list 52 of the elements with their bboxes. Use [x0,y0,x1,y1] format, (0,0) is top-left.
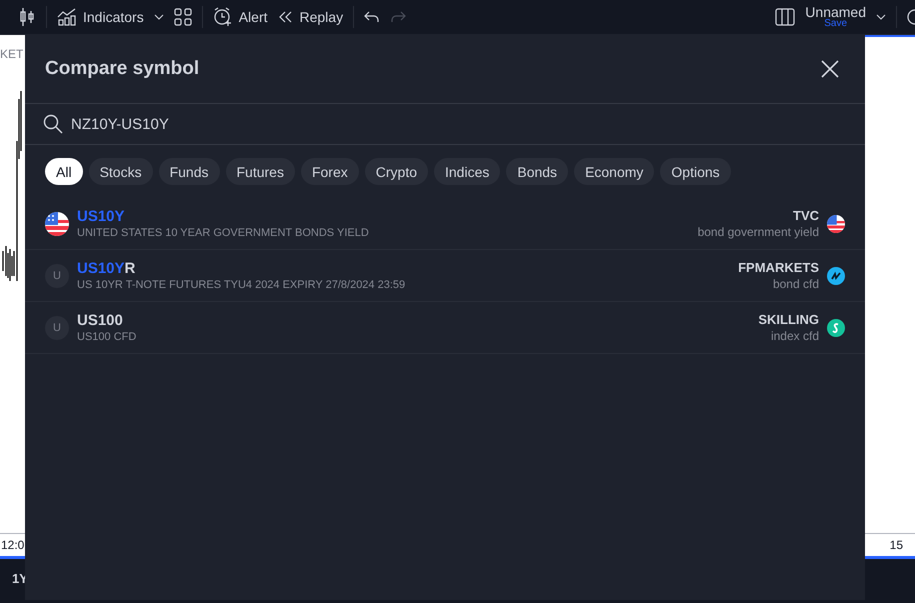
chart-icon [57,8,77,26]
clock-icon[interactable] [907,8,915,26]
symbol-row[interactable]: US10Y UNITED STATES 10 YEAR GOVERNMENT BONDS YIELD TVC bond government yield [25,198,865,250]
broker-logo-icon [827,318,845,336]
rewind-icon [278,11,294,23]
symbol-name: US100 [77,312,124,329]
filter-tab[interactable]: Funds [158,158,220,185]
symbol-label: KET [0,47,24,61]
replay-button[interactable]: Replay [278,9,344,25]
indicators-button[interactable]: Indicators [57,8,144,26]
symbol-row[interactable]: U US10YR US 10YR T-NOTE FUTURES TYU4 2024 EXPIRY 27/8/2024 23:59 FPMARKETS bond cfd [25,250,865,302]
alert-button[interactable]: Alert [212,7,268,27]
symbol-description: US100 CFD [77,331,138,343]
symbol-name: US10YR [77,260,136,277]
price-axis-label: 15 [890,538,903,552]
filter-tab[interactable]: Indices [434,158,500,185]
chevron-down-icon[interactable] [876,14,886,20]
close-icon[interactable] [821,60,839,78]
broker-logo-icon [827,266,845,284]
exchange-name: TVC [793,208,819,223]
symbol-type: index cfd [770,329,819,343]
alarm-clock-icon [212,7,233,27]
exchange-name: FPMARKETS [738,260,819,275]
search-icon [43,114,63,134]
symbol-logo: U [45,316,69,340]
filter-tab[interactable]: All [45,158,83,185]
undo-icon[interactable] [364,11,380,23]
chevron-down-icon[interactable] [154,14,164,20]
dialog-title: Compare symbol [45,58,200,80]
symbol-type: bond cfd [772,277,819,291]
search-field[interactable]: NZ10Y-US10Y [71,116,847,132]
filter-tab[interactable]: Futures [226,158,295,185]
filter-tab[interactable]: Bonds [506,158,568,185]
symbol-type: bond government yield [698,225,819,239]
layout-name-button[interactable]: Unnamed Save [805,5,866,29]
exchange-name: SKILLING [758,312,819,327]
filter-tab[interactable]: Forex [300,158,359,185]
symbol-description: US 10YR T-NOTE FUTURES TYU4 2024 EXPIRY 27/8/2024 23:59 [77,279,406,291]
symbol-row[interactable]: U US100 US100 CFD SKILLING index cfd [25,302,865,354]
flag-icon [45,212,69,236]
filter-tab[interactable]: Stocks [88,158,153,185]
flag-icon [827,214,845,232]
filter-tab[interactable]: Options [660,158,731,185]
symbol-name: US10Y [77,208,126,225]
grid-icon[interactable] [174,8,192,26]
candles-icon[interactable] [18,7,36,27]
filter-tab[interactable]: Economy [574,158,654,185]
filter-tab[interactable]: Crypto [364,158,428,185]
symbol-description: UNITED STATES 10 YEAR GOVERNMENT BONDS YIELD [77,227,370,239]
layout-icon[interactable] [775,8,796,26]
symbol-logo: U [45,264,69,288]
time-axis-label: 12:0 [1,538,24,552]
